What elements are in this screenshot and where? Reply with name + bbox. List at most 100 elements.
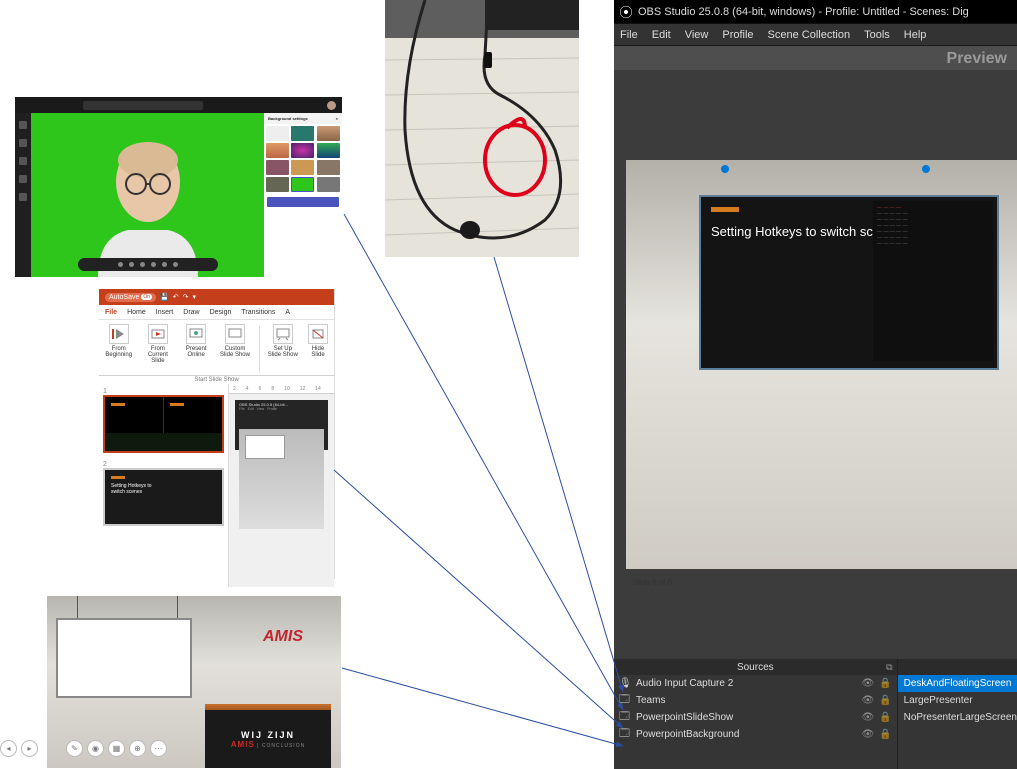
win-icon: 🗔 xyxy=(619,692,631,709)
setup-show-button[interactable]: Set Up Slide Show xyxy=(263,324,303,375)
bg-option[interactable] xyxy=(291,126,314,141)
ppt-statusbar: ◂ ▸ ✎ ◉ ▦ ⊕ ⋯ xyxy=(0,740,167,757)
obs-preview-area[interactable]: Setting Hotkeys to switch scenes — — — —… xyxy=(614,70,1017,659)
ppt-ribbon: From Beginning From Current Slide Presen… xyxy=(99,320,334,376)
scene-row[interactable]: DeskAndFloatingScreen xyxy=(898,675,1017,692)
menu-edit[interactable]: Edit xyxy=(652,29,671,41)
visibility-icon[interactable]: 👁 xyxy=(861,678,874,689)
resize-handle[interactable] xyxy=(922,165,930,173)
bg-option[interactable] xyxy=(317,143,340,158)
source-row[interactable]: 🎙Audio Input Capture 2👁🔒 xyxy=(614,675,897,692)
close-icon[interactable]: × xyxy=(336,116,338,121)
rail-icon[interactable] xyxy=(19,121,27,129)
rail-icon[interactable] xyxy=(19,175,27,183)
ruler: 2468101214 xyxy=(229,384,334,394)
bg-option[interactable] xyxy=(291,177,314,192)
more-icon[interactable]: ⋯ xyxy=(150,740,167,757)
mic-icon: 🎙 xyxy=(619,678,631,689)
lectern: WIJ ZIJN AMIS | CONCLUSION xyxy=(205,704,331,768)
lock-icon[interactable]: 🔒 xyxy=(879,695,891,706)
tab-home[interactable]: Home xyxy=(127,309,146,316)
lock-icon[interactable]: 🔒 xyxy=(879,729,891,740)
menu-tools[interactable]: Tools xyxy=(864,29,890,41)
source-row[interactable]: 🗔PowerpointSlideShow👁🔒 xyxy=(614,709,897,726)
tab-draw[interactable]: Draw xyxy=(183,309,199,316)
teams-window: Background settings× xyxy=(15,97,342,277)
grid-icon[interactable]: ▦ xyxy=(108,740,125,757)
ppt-ribbon-tabs: File Home Insert Draw Design Transitions… xyxy=(99,305,334,320)
obs-window: OBS Studio 25.0.8 (64-bit, windows) - Pr… xyxy=(614,0,1017,768)
teams-call-controls[interactable] xyxy=(78,258,218,271)
bg-option[interactable] xyxy=(291,143,314,158)
rail-icon[interactable] xyxy=(19,157,27,165)
autosave-toggle[interactable]: AutoSave On xyxy=(105,293,156,302)
popout-icon[interactable]: ⧉ xyxy=(886,662,892,673)
obs-title-text: OBS Studio 25.0.8 (64-bit, windows) - Pr… xyxy=(638,6,969,18)
next-slide-icon[interactable]: ▸ xyxy=(21,740,38,757)
slide-editor: 2468101214 OBS Studio 25.0.8 (64-bit... … xyxy=(229,384,334,587)
presenter-silhouette xyxy=(78,122,218,277)
scene-row[interactable]: NoPresenterLargeScreen xyxy=(898,709,1017,726)
slideshow-icon[interactable]: ▾ xyxy=(193,293,197,301)
rail-icon[interactable] xyxy=(19,139,27,147)
sources-panel: Sources⧉ 🎙Audio Input Capture 2👁🔒🗔Teams👁… xyxy=(614,659,898,769)
redo-icon[interactable]: ↷ xyxy=(183,293,189,301)
ribbon-section-label: Start Slide Show xyxy=(99,376,334,384)
menu-profile[interactable]: Profile xyxy=(722,29,753,41)
win-icon: 🗔 xyxy=(619,709,631,726)
custom-show-button[interactable]: Custom Slide Show xyxy=(214,324,256,375)
menu-view[interactable]: View xyxy=(685,29,709,41)
zoom-icon[interactable]: ⊕ xyxy=(129,740,146,757)
obs-logo-icon xyxy=(619,5,633,19)
apply-button[interactable] xyxy=(267,197,339,207)
source-row[interactable]: 🗔PowerpointBackground👁🔒 xyxy=(614,726,897,743)
bg-option[interactable] xyxy=(266,160,289,175)
tab-transitions[interactable]: Transitions xyxy=(241,309,275,316)
teams-search[interactable] xyxy=(83,101,203,110)
bg-option[interactable] xyxy=(317,160,340,175)
lock-icon[interactable]: 🔒 xyxy=(879,678,891,689)
visibility-icon[interactable]: 👁 xyxy=(861,729,874,740)
slide-thumbnails: 1 2 Setting Hotkeys to switch scenes xyxy=(99,384,229,587)
tab-design[interactable]: Design xyxy=(210,309,232,316)
lock-icon[interactable]: 🔒 xyxy=(879,712,891,723)
present-online-button[interactable]: Present Online xyxy=(179,324,213,375)
pen-icon[interactable]: ✎ xyxy=(66,740,83,757)
slide-thumb-2[interactable]: 2 Setting Hotkeys to switch scenes xyxy=(103,461,224,526)
bg-option[interactable] xyxy=(266,126,289,141)
resize-handle[interactable] xyxy=(721,165,729,173)
background-settings-panel: Background settings× xyxy=(264,113,342,277)
visibility-icon[interactable]: 👁 xyxy=(861,712,874,723)
save-icon[interactable]: 💾 xyxy=(160,293,169,301)
bg-option[interactable] xyxy=(266,143,289,158)
scene-row[interactable]: LargePresenter xyxy=(898,692,1017,709)
bg-option[interactable] xyxy=(266,177,289,192)
tab-insert[interactable]: Insert xyxy=(156,309,174,316)
preview-label: Preview xyxy=(614,46,1017,70)
teams-left-rail xyxy=(15,113,31,277)
slide-thumb-1[interactable]: 1 xyxy=(103,388,224,453)
amis-logo: AMIS xyxy=(263,628,303,646)
bg-option[interactable] xyxy=(317,177,340,192)
tab-more[interactable]: A xyxy=(285,309,290,316)
from-beginning-button[interactable]: From Beginning xyxy=(101,324,136,375)
prev-slide-icon[interactable]: ◂ xyxy=(0,740,17,757)
menu-scene-collection[interactable]: Scene Collection xyxy=(768,29,851,41)
bg-option[interactable] xyxy=(317,126,340,141)
menu-help[interactable]: Help xyxy=(904,29,927,41)
vset-floating-screen xyxy=(56,618,192,698)
rail-icon[interactable] xyxy=(19,193,27,201)
menu-file[interactable]: File xyxy=(620,29,638,41)
slide-indicator: Slide 6 of 6 xyxy=(632,578,672,587)
source-row[interactable]: 🗔Teams👁🔒 xyxy=(614,692,897,709)
hotkey-settings-panel: — — — — — — — — —— — — — —— — — — —— — —… xyxy=(873,201,993,361)
visibility-icon[interactable]: 👁 xyxy=(861,695,874,706)
from-current-button[interactable]: From Current Slide xyxy=(137,324,178,375)
bg-option[interactable] xyxy=(291,160,314,175)
floating-screen-source[interactable]: Setting Hotkeys to switch scenes — — — —… xyxy=(699,195,999,370)
tab-file[interactable]: File xyxy=(105,309,117,316)
laser-icon[interactable]: ◉ xyxy=(87,740,104,757)
hide-slide-button[interactable]: Hide Slide xyxy=(304,324,332,375)
teams-avatar[interactable] xyxy=(327,101,336,110)
undo-icon[interactable]: ↶ xyxy=(173,293,179,301)
